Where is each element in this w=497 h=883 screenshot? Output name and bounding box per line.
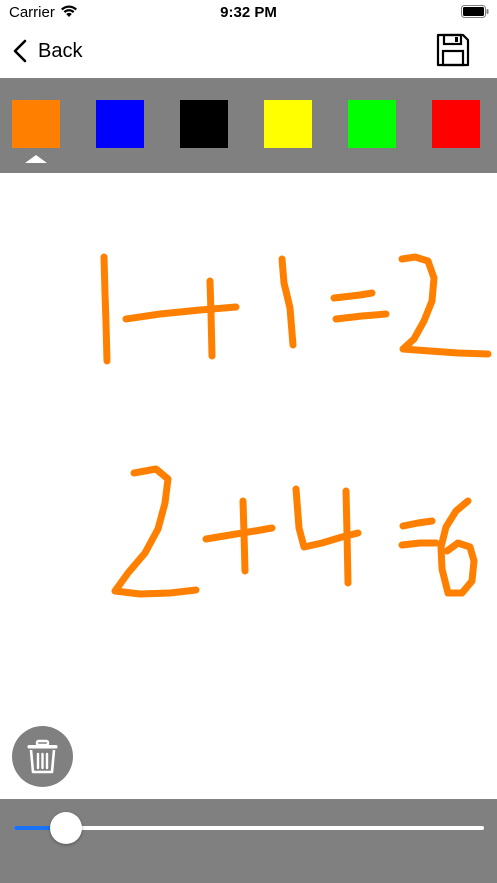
floppy-disk-icon[interactable] — [435, 32, 471, 68]
stroke-digit-1 — [100, 253, 111, 365]
status-time: 9:32 PM — [220, 4, 277, 21]
nav-bar: Back — [0, 26, 497, 78]
stroke-plus-vertical — [239, 497, 249, 575]
stroke-equals-bottom — [398, 539, 440, 549]
slider-thumb[interactable] — [49, 812, 82, 844]
handwriting-strokes — [100, 253, 492, 598]
clear-canvas-button[interactable] — [12, 726, 73, 787]
color-swatch-red[interactable] — [432, 100, 480, 148]
stroke-digit-4 — [342, 487, 352, 587]
battery-icon — [461, 5, 489, 18]
stroke-digit-2 — [111, 465, 200, 598]
slider-track — [14, 826, 484, 830]
brush-size-slider[interactable] — [14, 812, 484, 844]
color-swatch-black[interactable] — [180, 100, 228, 148]
back-label: Back — [38, 39, 83, 62]
stroke-plus-horizontal — [122, 303, 240, 323]
selected-color-indicator — [25, 155, 47, 163]
stroke-plus-vertical — [206, 277, 216, 360]
color-swatch-orange[interactable] — [12, 100, 60, 148]
stroke-digit-2 — [398, 253, 492, 358]
drawing-canvas[interactable] — [0, 173, 497, 799]
trash-icon — [27, 739, 58, 774]
stroke-plus-horizontal — [202, 524, 276, 543]
stroke-equals-bottom — [332, 310, 390, 323]
color-swatch-green[interactable] — [348, 100, 396, 148]
color-swatch-yellow[interactable] — [264, 100, 312, 148]
back-button[interactable]: Back — [12, 36, 82, 66]
color-swatch-blue[interactable] — [96, 100, 144, 148]
stroke-digit-6 — [437, 497, 478, 597]
color-palette — [0, 78, 497, 173]
stroke-equals-top — [330, 289, 376, 302]
stroke-digit-1 — [278, 255, 297, 349]
chevron-left-icon — [13, 39, 27, 63]
stroke-equals-top — [399, 517, 436, 530]
status-bar: Carrier 9:32 PM — [0, 0, 497, 26]
bottom-toolbar — [0, 799, 497, 883]
